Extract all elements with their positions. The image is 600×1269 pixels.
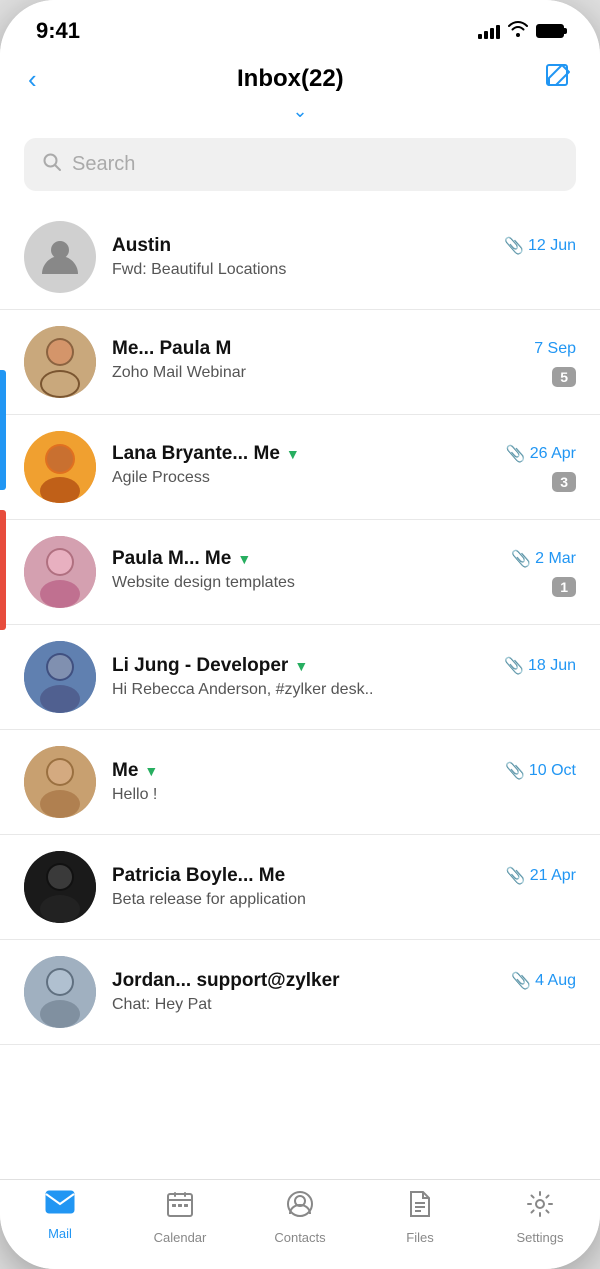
- email-subject: Website design templates: [112, 574, 295, 592]
- email-count-badge: 1: [552, 577, 576, 597]
- flag-icon: ▼: [294, 658, 308, 674]
- email-content: Jordan... support@zylker 📎 4 Aug Chat: H…: [112, 970, 576, 1014]
- contacts-icon: [286, 1190, 314, 1225]
- email-date: 📎 2 Mar: [511, 549, 576, 569]
- flag-icon: ▼: [144, 763, 158, 779]
- email-count-badge: 3: [552, 472, 576, 492]
- email-item[interactable]: Li Jung - Developer ▼ 📎 18 Jun Hi Rebecc…: [0, 625, 600, 730]
- nav-label-calendar: Calendar: [154, 1230, 207, 1245]
- phone-frame: 9:41 ‹ Inbox(22): [0, 0, 600, 1269]
- email-content: Li Jung - Developer ▼ 📎 18 Jun Hi Rebecc…: [112, 655, 576, 699]
- calendar-icon: [166, 1190, 194, 1225]
- attachment-icon: 📎: [504, 236, 524, 256]
- settings-icon: [526, 1190, 554, 1225]
- attachment-icon: 📎: [505, 761, 525, 781]
- nav-item-contacts[interactable]: Contacts: [240, 1190, 360, 1245]
- nav-item-calendar[interactable]: Calendar: [120, 1190, 240, 1245]
- email-date: 📎 12 Jun: [504, 236, 576, 256]
- email-date: 7 Sep: [534, 340, 576, 358]
- bottom-nav: Mail Calendar: [0, 1179, 600, 1269]
- email-subject: Agile Process: [112, 469, 210, 487]
- attachment-icon: 📎: [511, 549, 531, 569]
- email-content: Patricia Boyle... Me 📎 21 Apr Beta relea…: [112, 865, 576, 909]
- email-sender: Paula M... Me ▼: [112, 548, 251, 570]
- email-list: Austin 📎 12 Jun Fwd: Beautiful Locations: [0, 205, 600, 1179]
- email-item[interactable]: Austin 📎 12 Jun Fwd: Beautiful Locations: [0, 205, 600, 310]
- email-sender: Austin: [112, 235, 171, 257]
- battery-icon: [536, 24, 564, 38]
- search-bar[interactable]: Search: [24, 138, 576, 191]
- email-subject: Hello !: [112, 786, 157, 804]
- status-bar: 9:41: [0, 0, 600, 52]
- mail-icon: [45, 1190, 75, 1221]
- email-item[interactable]: Jordan... support@zylker 📎 4 Aug Chat: H…: [0, 940, 600, 1045]
- nav-label-files: Files: [406, 1230, 433, 1245]
- nav-label-contacts: Contacts: [274, 1230, 325, 1245]
- avatar: [24, 746, 96, 818]
- flag-icon: ▼: [286, 446, 300, 462]
- signal-icon: [478, 23, 500, 39]
- email-sender: Li Jung - Developer ▼: [112, 655, 308, 677]
- header: ‹ Inbox(22): [0, 52, 600, 96]
- attachment-icon: 📎: [506, 444, 526, 464]
- attachment-icon: 📎: [506, 866, 526, 886]
- avatar: [24, 431, 96, 503]
- back-button[interactable]: ‹: [28, 66, 37, 92]
- avatar: [24, 641, 96, 713]
- email-count-badge: 5: [552, 367, 576, 387]
- search-icon: [42, 152, 62, 177]
- email-subject: Chat: Hey Pat: [112, 996, 212, 1014]
- search-input[interactable]: Search: [72, 153, 135, 176]
- status-time: 9:41: [36, 18, 80, 44]
- attachment-icon: 📎: [511, 971, 531, 991]
- email-item[interactable]: Me ▼ 📎 10 Oct Hello !: [0, 730, 600, 835]
- search-container: Search: [0, 130, 600, 205]
- email-sender: Me ▼: [112, 760, 158, 782]
- attachment-icon: 📎: [504, 656, 524, 676]
- email-date: 📎 10 Oct: [505, 761, 576, 781]
- email-content: Austin 📎 12 Jun Fwd: Beautiful Locations: [112, 235, 576, 279]
- email-date: 📎 21 Apr: [506, 866, 576, 886]
- page-title: Inbox(22): [237, 65, 344, 93]
- email-item[interactable]: Me... Paula M 7 Sep Zoho Mail Webinar 5: [0, 310, 600, 415]
- nav-item-files[interactable]: Files: [360, 1190, 480, 1245]
- email-item[interactable]: Patricia Boyle... Me 📎 21 Apr Beta relea…: [0, 835, 600, 940]
- email-sender: Lana Bryante... Me ▼: [112, 443, 300, 465]
- left-accent-blue: [0, 370, 6, 490]
- email-subject: Hi Rebecca Anderson, #zylker desk..: [112, 681, 373, 699]
- avatar: [24, 326, 96, 398]
- nav-item-settings[interactable]: Settings: [480, 1190, 600, 1245]
- email-subject: Beta release for application: [112, 891, 306, 909]
- email-content: Me... Paula M 7 Sep Zoho Mail Webinar 5: [112, 338, 576, 387]
- avatar: [24, 221, 96, 293]
- email-sender: Patricia Boyle... Me: [112, 865, 285, 887]
- email-content: Lana Bryante... Me ▼ 📎 26 Apr Agile Proc…: [112, 443, 576, 492]
- flag-icon: ▼: [237, 551, 251, 567]
- email-date: 📎 4 Aug: [511, 971, 576, 991]
- wifi-icon: [508, 21, 528, 42]
- chevron-down-icon: ⌄: [292, 102, 307, 120]
- email-item[interactable]: Paula M... Me ▼ 📎 2 Mar Website design t…: [0, 520, 600, 625]
- email-subject: Zoho Mail Webinar: [112, 364, 246, 382]
- nav-label-mail: Mail: [48, 1226, 72, 1241]
- email-sender: Me... Paula M: [112, 338, 231, 360]
- avatar: [24, 851, 96, 923]
- email-item[interactable]: Lana Bryante... Me ▼ 📎 26 Apr Agile Proc…: [0, 415, 600, 520]
- header-chevron[interactable]: ⌄: [0, 96, 600, 130]
- nav-label-settings: Settings: [517, 1230, 564, 1245]
- email-content: Me ▼ 📎 10 Oct Hello !: [112, 760, 576, 804]
- email-sender: Jordan... support@zylker: [112, 970, 340, 992]
- email-date: 📎 18 Jun: [504, 656, 576, 676]
- email-subject: Fwd: Beautiful Locations: [112, 261, 286, 279]
- avatar: [24, 536, 96, 608]
- files-icon: [408, 1190, 432, 1225]
- nav-item-mail[interactable]: Mail: [0, 1190, 120, 1245]
- status-icons: [478, 21, 564, 42]
- email-content: Paula M... Me ▼ 📎 2 Mar Website design t…: [112, 548, 576, 597]
- email-date: 📎 26 Apr: [506, 444, 576, 464]
- left-accent-red: [0, 510, 6, 630]
- compose-button[interactable]: [544, 62, 572, 96]
- avatar: [24, 956, 96, 1028]
